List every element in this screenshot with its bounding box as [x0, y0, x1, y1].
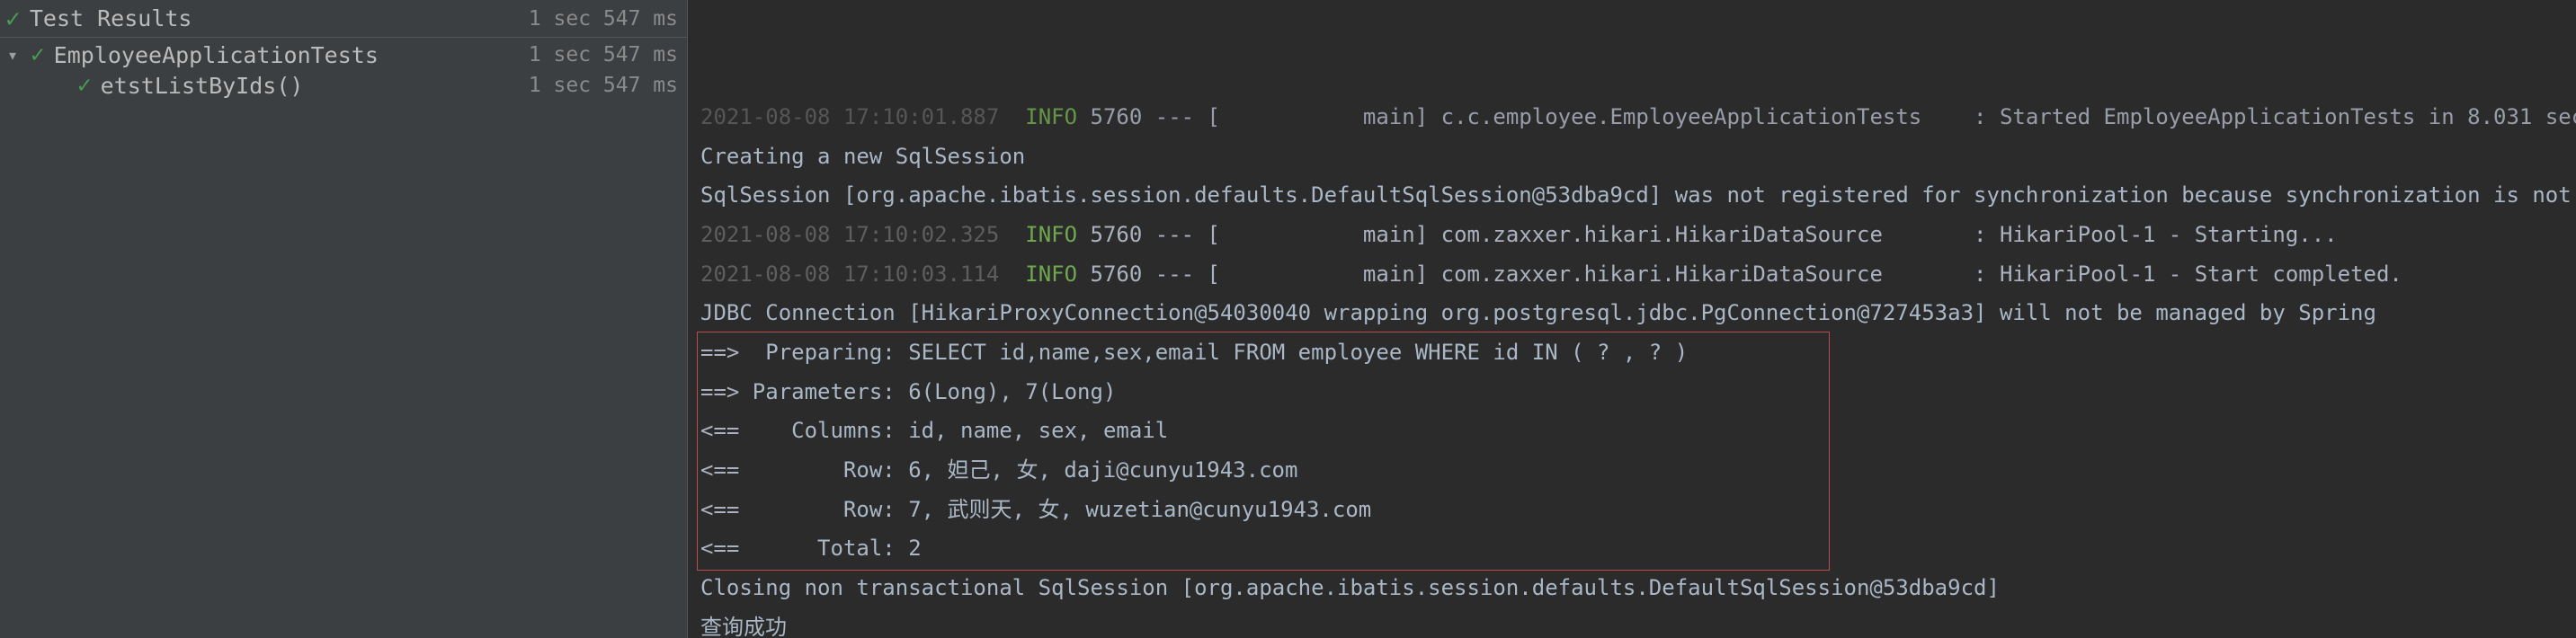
check-icon: ✓ [31, 41, 45, 68]
console-line: JDBC Connection [HikariProxyConnection@5… [700, 294, 2558, 333]
check-icon: ✓ [5, 4, 21, 33]
test-row-case[interactable]: ✓ etstListByIds() 1 sec 547 ms [0, 70, 687, 101]
app-root: ✓ Test Results 1 sec 547 ms ▾ ✓ Employee… [0, 0, 2576, 638]
console-output[interactable]: 2021-08-08 17:10:01.887 INFO 5760 --- [ … [688, 0, 2576, 638]
console-line: Creating a new SqlSession [700, 137, 2558, 177]
test-list: ▾ ✓ EmployeeApplicationTests 1 sec 547 m… [0, 38, 687, 101]
check-icon: ✓ [77, 72, 92, 99]
test-results-title: Test Results [30, 5, 192, 31]
console-line: Closing non transactional SqlSession [or… [700, 569, 2558, 608]
highlight-box [697, 332, 1830, 571]
console-line: SqlSession [org.apache.ibatis.session.de… [700, 176, 2558, 216]
console-line: 2021-08-08 17:10:01.887 INFO 5760 --- [ … [700, 98, 2558, 137]
test-case-name: etstListByIds() [101, 73, 304, 99]
test-row-suite[interactable]: ▾ ✓ EmployeeApplicationTests 1 sec 547 m… [0, 40, 687, 70]
console-line: 2021-08-08 17:10:03.114 INFO 5760 --- [ … [700, 255, 2558, 295]
chevron-down-icon[interactable]: ▾ [7, 44, 31, 66]
test-results-header[interactable]: ✓ Test Results 1 sec 547 ms [0, 0, 687, 38]
test-results-timing: 1 sec 547 ms [529, 7, 678, 31]
test-case-timing: 1 sec 547 ms [529, 74, 678, 97]
test-suite-timing: 1 sec 547 ms [529, 43, 678, 66]
console-line: 2021-08-08 17:10:02.325 INFO 5760 --- [ … [700, 216, 2558, 255]
console-line: 查询成功 [700, 608, 2558, 638]
test-suite-name: EmployeeApplicationTests [54, 42, 379, 68]
test-results-panel: ✓ Test Results 1 sec 547 ms ▾ ✓ Employee… [0, 0, 688, 638]
